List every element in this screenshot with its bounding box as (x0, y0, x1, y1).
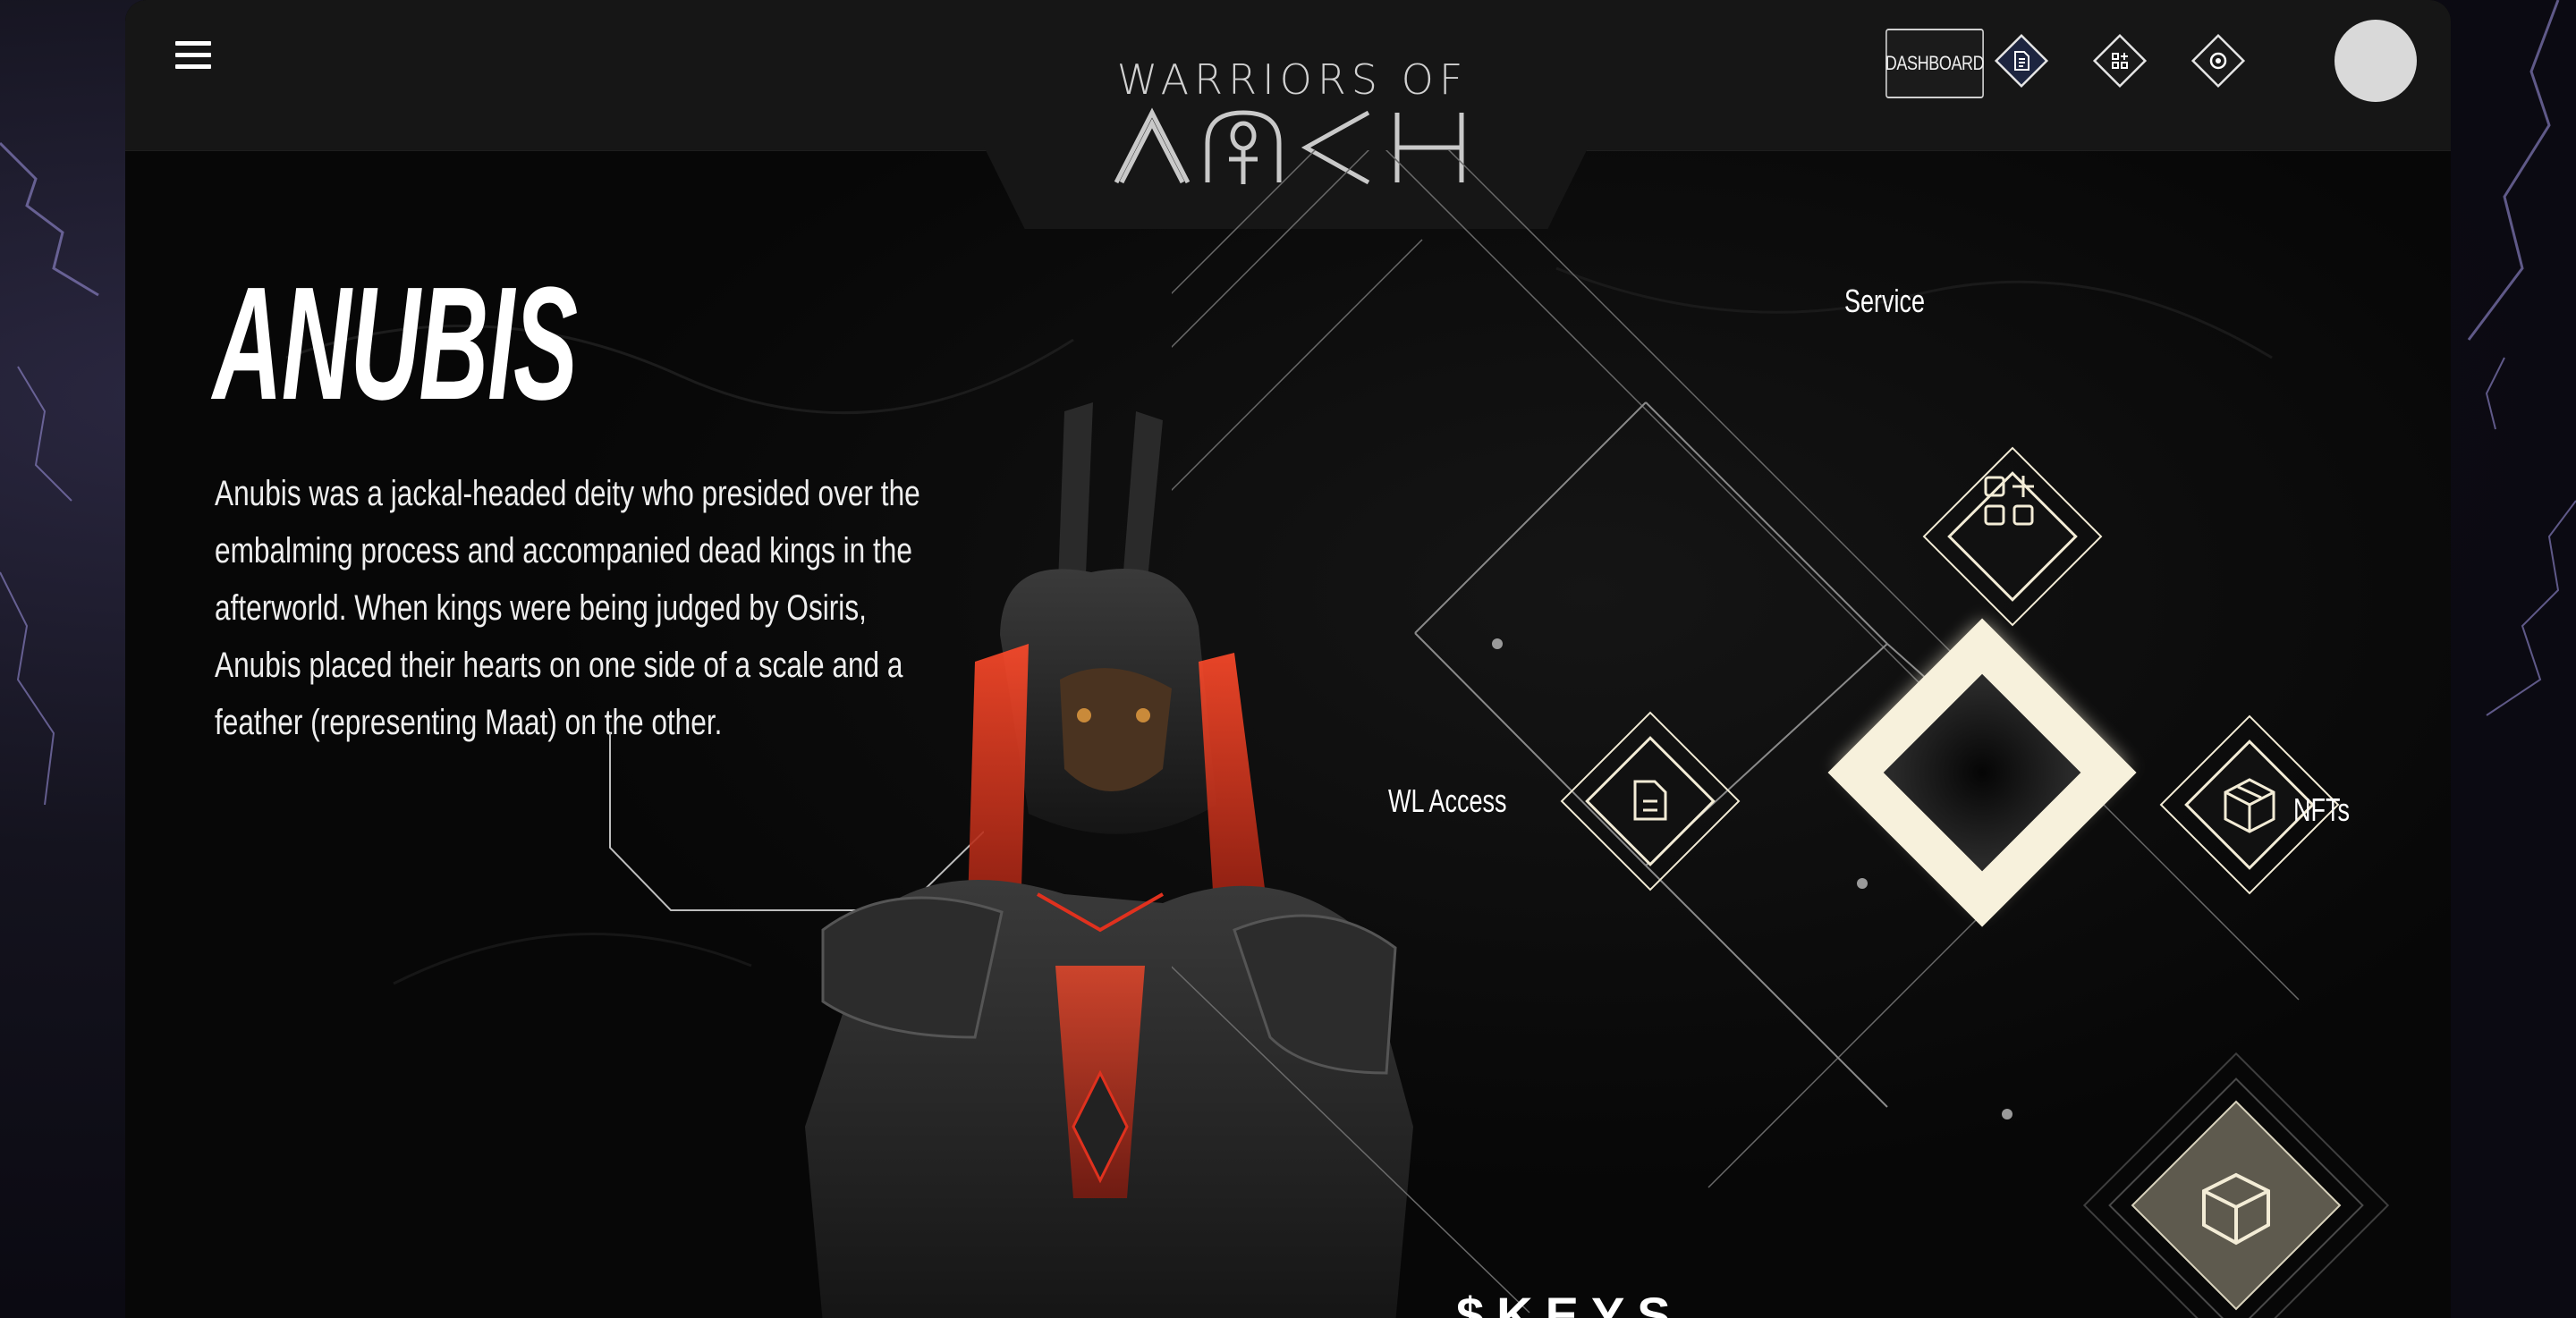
service-label: Service (1844, 283, 1926, 319)
lightning-right-decoration (2467, 0, 2576, 716)
keys-box-icon[interactable] (2082, 1052, 2390, 1318)
keys-section-title: $KEYS (1456, 1287, 1683, 1318)
apps-icon[interactable] (2089, 30, 2150, 91)
nfts-label: NFTs (2293, 791, 2350, 828)
logo-title-top: WARRIORS OF (1116, 55, 1469, 104)
wl-access-label: WL Access (1388, 782, 1507, 819)
wl-access-document-icon[interactable] (1560, 711, 1741, 891)
settings-icon[interactable] (2188, 30, 2249, 91)
main-panel: WARRIORS OF DASHBOARD ANUBIS Anubis was (125, 0, 2451, 1318)
user-avatar[interactable] (2334, 20, 2417, 102)
feature-diagram (1172, 150, 2390, 1318)
dashboard-button[interactable]: DASHBOARD (1885, 29, 1985, 98)
core-diamond-icon (1827, 618, 2137, 927)
hamburger-menu-icon[interactable] (175, 41, 211, 72)
service-apps-icon[interactable] (1922, 446, 2103, 627)
lightning-left-decoration (0, 141, 99, 806)
document-icon[interactable] (1991, 30, 2052, 91)
hero-title: ANUBIS (213, 254, 578, 434)
